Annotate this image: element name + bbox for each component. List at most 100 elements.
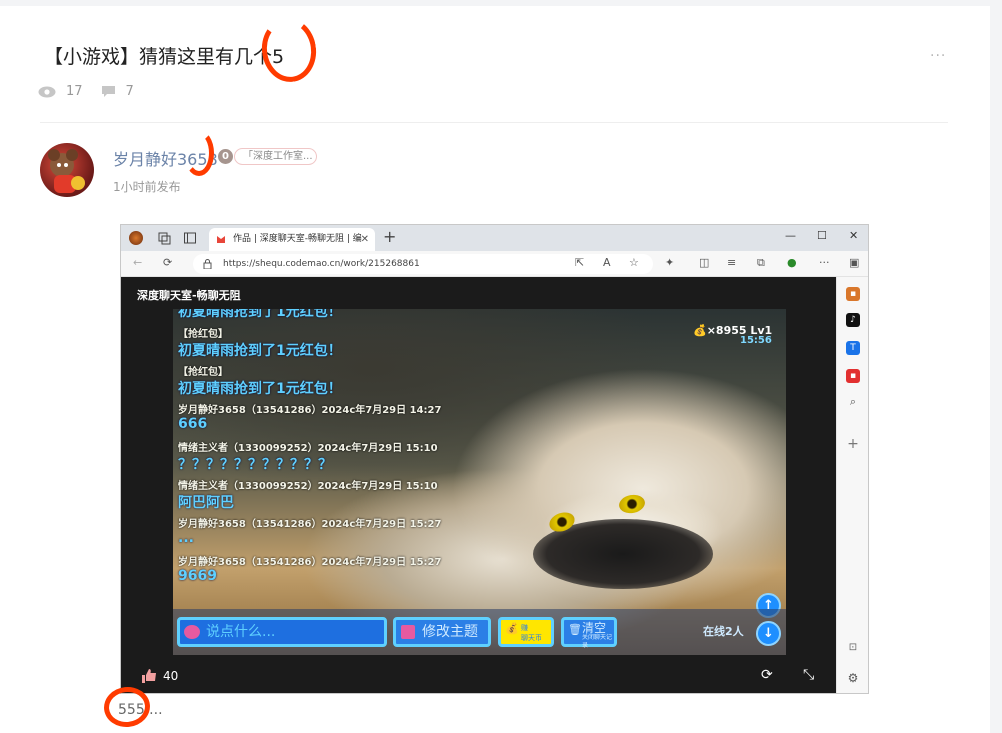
chat-message-meta: 岁月静好3658（13541286）2024c年7月29日 14:27 xyxy=(178,405,442,416)
highlight-arc-mark xyxy=(184,130,214,176)
level-badge: 0 xyxy=(218,149,233,164)
browser-tab[interactable]: 作品 | 深度聊天室-畅聊无阻 | 编 ✕ xyxy=(209,228,375,251)
share-icon[interactable]: ⇱ xyxy=(575,256,584,269)
earn-coins-button[interactable]: 💰 赚 聊天币 xyxy=(498,617,554,647)
chat-message-body: 666 xyxy=(178,416,208,432)
tab-favicon-icon xyxy=(217,236,225,243)
chat-message: 【抢红包】 初夏晴雨抢到了1元红包！ xyxy=(178,363,342,398)
chat-message-body: ？？？？？？？？？？？ xyxy=(178,457,332,473)
browser-right-sidebar: ▪ ♪ T ▪ ⌕ + ⊡ ⚙ xyxy=(836,277,868,693)
scroll-down-button[interactable]: ↓ xyxy=(756,621,781,646)
change-theme-label: 修改主题 xyxy=(422,624,478,640)
view-count: 17 xyxy=(38,84,83,99)
close-window-button[interactable]: ✕ xyxy=(849,229,858,242)
chat-message-body: 初夏晴雨抢到了1元红包！ xyxy=(178,381,342,397)
studio-tag[interactable]: 「深度工作室... xyxy=(234,148,317,165)
view-count-value: 17 xyxy=(66,84,83,99)
post-title: 【小游戏】猜猜这里有几个5 xyxy=(44,46,285,68)
split-screen-icon[interactable]: ◫ xyxy=(699,256,709,269)
tab-title: 作品 | 深度聊天室-畅聊无阻 | 编 xyxy=(233,234,362,244)
stage-title: 深度聊天室-畅聊无阻 xyxy=(137,289,241,302)
favorite-icon[interactable]: ☆ xyxy=(629,256,639,269)
maximize-button[interactable]: ☐ xyxy=(817,229,827,242)
chat-message-meta: 情绪主义者（1330099252）2024c年7月29日 15:10 xyxy=(178,481,438,492)
chat-message: 初夏晴雨抢到了1元红包！ xyxy=(178,309,342,321)
thumbs-up-icon xyxy=(142,669,156,683)
lock-icon xyxy=(203,259,212,269)
chat-message-meta: 岁月静好3658（13541286）2024c年7月29日 15:27 xyxy=(178,519,442,530)
clear-sub-label: 关闭聊天记录 xyxy=(582,634,613,649)
embedded-screenshot: 作品 | 深度聊天室-畅聊无阻 | 编 ✕ + — ☐ ✕ ← ⟳ https:… xyxy=(120,224,869,694)
money-bag-icon: 💰 xyxy=(505,622,519,635)
chat-message: 岁月静好3658（13541286）2024c年7月29日 15:27 9669 xyxy=(178,553,441,584)
chat-message-meta: 【抢红包】 xyxy=(178,367,228,378)
chat-message-body: ... xyxy=(178,530,194,546)
post-time: 1小时前发布 xyxy=(113,180,181,194)
chat-game-canvas[interactable]: 💰×8955 Lv1 15:56 初夏晴雨抢到了1元红包！ 【抢红包】 初夏晴雨… xyxy=(173,309,786,655)
read-aloud-icon[interactable]: A xyxy=(603,256,611,269)
browser-tab-bar: 作品 | 深度聊天室-畅聊无阻 | 编 ✕ + — ☐ ✕ xyxy=(121,225,868,251)
url-text: https://shequ.codemao.cn/work/215268861 xyxy=(223,259,420,269)
project-stage: 深度聊天室-畅聊无阻 💰×8955 Lv1 15:56 初夏晴雨抢到了1元红包！… xyxy=(121,277,836,693)
extension-app-icon[interactable]: ● xyxy=(787,256,797,269)
game-clock: 15:56 xyxy=(740,335,772,346)
collections-icon xyxy=(158,232,171,245)
earn-label-line2: 聊天币 xyxy=(521,634,542,642)
chat-message-body: 初夏晴雨抢到了1元红包！ xyxy=(178,343,342,359)
like-count: 40 xyxy=(163,669,179,683)
clear-chat-button[interactable]: 🗑 清空 关闭聊天记录 xyxy=(561,617,617,649)
earn-label-line1: 赚 xyxy=(521,624,528,632)
more-options-icon[interactable]: ··· xyxy=(930,48,946,64)
toolbox-icon[interactable]: ▪ xyxy=(846,287,860,301)
collections-toolbar-icon[interactable]: ⧉ xyxy=(757,256,765,270)
new-tab-button[interactable]: + xyxy=(383,227,396,246)
eye-icon xyxy=(38,86,56,97)
comment-count: 7 xyxy=(101,84,134,99)
chat-message-body: 初夏晴雨抢到了1元红包！ xyxy=(178,309,342,320)
address-bar: ← ⟳ https://shequ.codemao.cn/work/215268… xyxy=(121,251,868,277)
chat-message: 【抢红包】 初夏晴雨抢到了1元红包！ xyxy=(178,325,342,360)
chat-message: 情绪主义者（1330099252）2024c年7月29日 15:10 ？？？？？… xyxy=(178,439,438,474)
chat-toolbar: 说点什么... 修改主题 💰 赚 聊天币 🗑 清空 关闭聊天记录 在线2人 ↓ xyxy=(173,609,786,655)
chat-message-meta: 岁月静好3658（13541286）2024c年7月29日 15:27 xyxy=(178,557,442,568)
minimize-button[interactable]: — xyxy=(785,229,796,242)
tab-actions-icon xyxy=(184,232,196,244)
trash-icon: 🗑 xyxy=(568,623,582,636)
add-icon[interactable]: + xyxy=(846,437,860,451)
theme-icon xyxy=(401,625,415,639)
chat-input[interactable]: 说点什么... xyxy=(177,617,387,647)
app-red-icon[interactable]: ▪ xyxy=(846,369,860,383)
post-stats: 17 7 xyxy=(38,84,152,99)
sidebar-toggle-icon[interactable]: ▣ xyxy=(849,256,859,269)
exit-fullscreen-icon[interactable]: ⤡ xyxy=(803,667,814,683)
translate-icon[interactable]: T xyxy=(846,341,860,355)
avatar-character-icon xyxy=(48,149,85,193)
chat-input-placeholder: 说点什么... xyxy=(206,624,276,640)
avatar[interactable] xyxy=(40,143,94,197)
refresh-icon[interactable]: ⟳ xyxy=(163,256,172,269)
profile-icon xyxy=(129,231,143,245)
chat-message-meta: 【抢红包】 xyxy=(178,329,228,340)
chat-message: 岁月静好3658（13541286）2024c年7月29日 14:27 666 xyxy=(178,401,441,432)
chat-message-meta: 情绪主义者（1330099252）2024c年7月29日 15:10 xyxy=(178,443,438,454)
chat-message-body: 9669 xyxy=(178,568,217,584)
search-icon[interactable]: ⌕ xyxy=(846,395,860,409)
settings-more-icon[interactable]: ··· xyxy=(819,256,830,269)
favorites-list-icon[interactable]: ≡ xyxy=(727,256,736,269)
tab-close-icon[interactable]: ✕ xyxy=(361,228,369,251)
restart-icon[interactable]: ⟳ xyxy=(761,667,773,683)
chat-message: 情绪主义者（1330099252）2024c年7月29日 15:10 阿巴阿巴 xyxy=(178,477,438,512)
chat-message: 岁月静好3658（13541286）2024c年7月29日 15:27 ... xyxy=(178,515,441,546)
chat-message-body: 阿巴阿巴 xyxy=(178,495,234,511)
back-icon[interactable]: ← xyxy=(133,256,142,269)
settings-icon[interactable]: ⚙ xyxy=(846,671,860,685)
change-theme-button[interactable]: 修改主题 xyxy=(393,617,491,647)
tiktok-icon[interactable]: ♪ xyxy=(846,313,860,327)
like-button[interactable]: 40 xyxy=(141,669,178,683)
divider xyxy=(40,122,948,123)
cat-eye-right-icon xyxy=(617,492,647,516)
comment-icon xyxy=(101,86,115,97)
screenshot-icon[interactable]: ⊡ xyxy=(846,641,860,655)
online-count: 在线2人 xyxy=(703,625,744,638)
extensions-icon[interactable]: ✦ xyxy=(665,256,674,269)
